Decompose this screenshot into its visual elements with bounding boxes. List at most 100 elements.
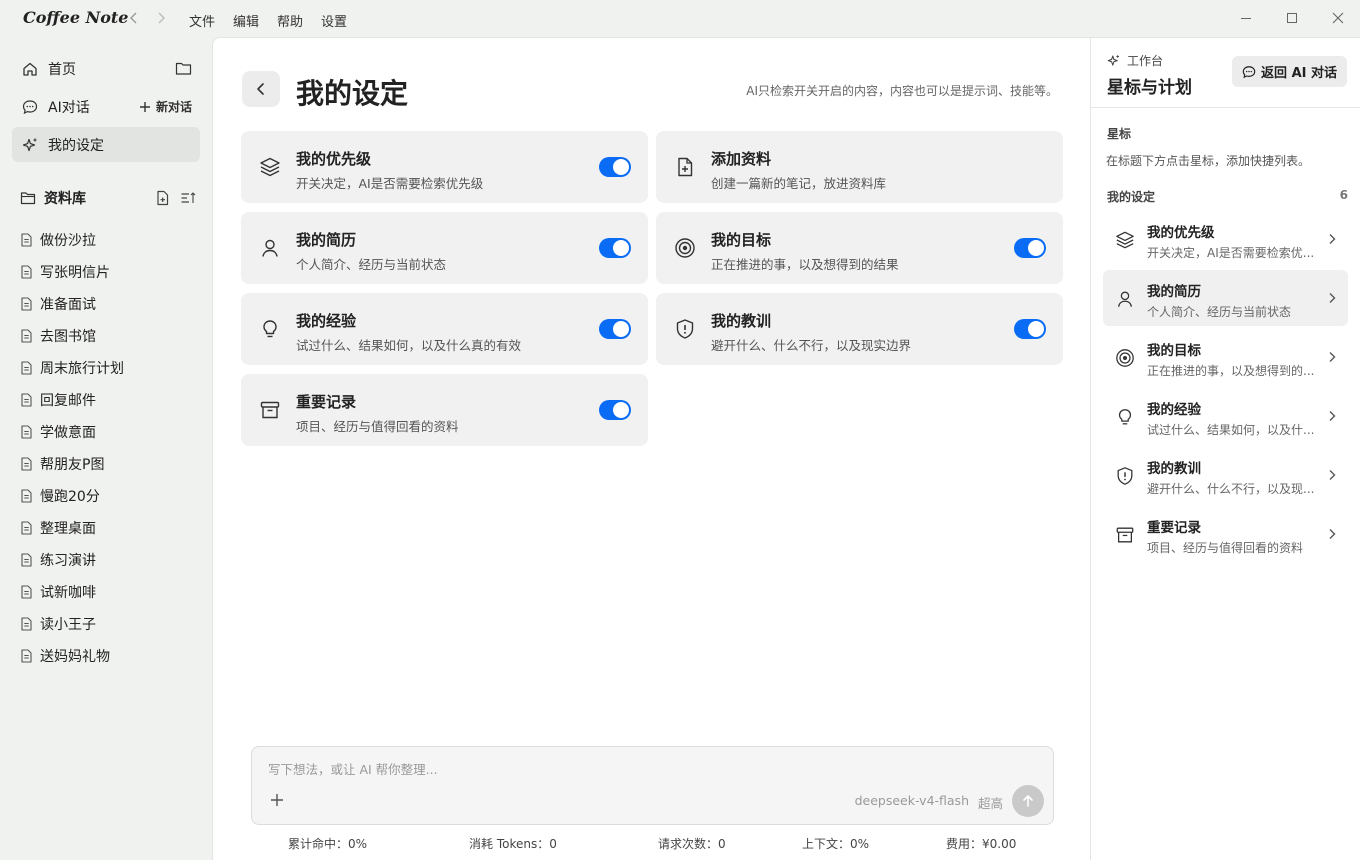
experience-toggle[interactable] [599,319,631,339]
doc-title: 周末旅行计划 [40,361,124,377]
doc-item[interactable]: 学做意面 [20,416,124,448]
lessons-toggle[interactable] [1014,319,1046,339]
sparkle-icon [1107,54,1121,68]
rp-item-subtitle: 避开什么、什么不行，以及现... [1147,482,1315,496]
doc-item[interactable]: 送妈妈礼物 [20,640,124,672]
folder-open-icon [20,191,36,205]
composer-placeholder[interactable]: 写下想法，或让 AI 帮你整理... [268,759,438,778]
user-icon [259,237,281,259]
library-header[interactable]: 资料库 [20,188,196,208]
doc-item[interactable]: 做份沙拉 [20,224,124,256]
doc-item[interactable]: 准备面试 [20,288,124,320]
plus-icon[interactable] [269,792,285,808]
title-bar: Coffee Note 文件 编辑 帮助 设置 [0,0,1360,38]
document-icon [20,425,33,439]
doc-title: 帮朋友P图 [40,457,105,473]
doc-item[interactable]: 读小王子 [20,608,124,640]
menu-edit[interactable]: 编辑 [233,11,259,30]
document-icon [20,361,33,375]
reasoning-level[interactable]: 超高 [978,793,1003,812]
sidebar-item-label: 我的设定 [48,137,104,154]
stat-requests: 请求次数：0 [658,837,726,851]
forward-arrow-icon[interactable] [153,10,169,26]
stat-cost: 费用：¥0.00 [946,837,1017,851]
card-add-material[interactable]: 添加资料 创建一篇新的笔记，放进资料库 [656,131,1063,203]
back-button[interactable] [242,71,280,107]
chevron-right-icon [1326,350,1338,364]
doc-item[interactable]: 去图书馆 [20,320,124,352]
document-icon [20,585,33,599]
card-priority[interactable]: 我的优先级 开关决定，AI是否需要检索优先级 [241,131,648,203]
doc-item[interactable]: 帮朋友P图 [20,448,124,480]
stat-hit-rate: 累计命中：0% [288,837,368,851]
main-panel: 我的设定 AI只检索开关开启的内容，内容也可以是提示词、技能等。 我的优先级 开… [212,37,1090,860]
new-chat-button[interactable]: 新对话 [139,98,192,115]
card-lessons[interactable]: 我的教训 避开什么、什么不行，以及现实边界 [656,293,1063,365]
back-to-chat-button[interactable]: 返回 AI 对话 [1232,56,1347,87]
doc-title: 准备面试 [40,297,96,313]
doc-item[interactable]: 回复邮件 [20,384,124,416]
rp-item-lessons[interactable]: 我的教训 避开什么、什么不行，以及现... [1103,447,1348,503]
sort-icon[interactable] [180,190,196,206]
chevron-right-icon [1326,291,1338,305]
doc-item[interactable]: 周末旅行计划 [20,352,124,384]
folder-icon[interactable] [175,61,192,76]
doc-title: 读小王子 [40,617,96,633]
priority-toggle[interactable] [599,157,631,177]
close-icon[interactable] [1330,10,1346,26]
new-chat-label: 新对话 [155,100,192,114]
back-to-chat-label: 返回 AI 对话 [1261,66,1337,81]
doc-title: 试新咖啡 [40,585,96,601]
document-icon [20,553,33,567]
send-button[interactable] [1012,785,1044,817]
shield-alert-icon [674,318,696,340]
back-arrow-icon[interactable] [126,10,142,26]
model-selector[interactable]: deepseek-v4-flash [855,793,969,808]
sidebar-item-my-settings[interactable]: 我的设定 [12,127,200,162]
records-toggle[interactable] [599,400,631,420]
resume-toggle[interactable] [599,238,631,258]
target-icon [674,237,696,259]
doc-item[interactable]: 试新咖啡 [20,576,124,608]
doc-item[interactable]: 整理桌面 [20,512,124,544]
rp-item-subtitle: 正在推进的事，以及想得到的... [1147,364,1315,378]
star-section-desc: 在标题下方点击星标，添加快捷列表。 [1106,154,1311,168]
document-icon [20,489,33,503]
menu-file[interactable]: 文件 [189,11,215,30]
rp-item-priority[interactable]: 我的优先级 开关决定，AI是否需要检索优... [1103,211,1348,267]
menu-settings[interactable]: 设置 [321,11,347,30]
rp-item-goals[interactable]: 我的目标 正在推进的事，以及想得到的... [1103,329,1348,385]
menu-help[interactable]: 帮助 [277,11,303,30]
card-important-records[interactable]: 重要记录 项目、经历与值得回看的资料 [241,374,648,446]
card-goals[interactable]: 我的目标 正在推进的事，以及想得到的结果 [656,212,1063,284]
minimize-icon[interactable] [1238,10,1254,26]
rp-item-records[interactable]: 重要记录 项目、经历与值得回看的资料 [1103,506,1348,562]
goals-toggle[interactable] [1014,238,1046,258]
rp-item-resume[interactable]: 我的简历 个人简介、经历与当前状态 [1103,270,1348,326]
bulb-icon [1115,407,1135,427]
doc-item[interactable]: 写张明信片 [20,256,124,288]
sidebar-item-home[interactable]: 首页 [12,51,200,86]
document-icon [20,265,33,279]
maximize-icon[interactable] [1284,10,1300,26]
chevron-left-icon [257,83,264,95]
doc-item[interactable]: 慢跑20分 [20,480,124,512]
new-file-icon[interactable] [155,190,170,206]
rp-item-title: 我的简历 [1147,284,1201,300]
composer[interactable]: 写下想法，或让 AI 帮你整理... deepseek-v4-flash 超高 [251,746,1054,825]
card-experience[interactable]: 我的经验 试过什么、结果如何，以及什么真的有效 [241,293,648,365]
card-resume[interactable]: 我的简历 个人简介、经历与当前状态 [241,212,648,284]
card-subtitle: 创建一篇新的笔记，放进资料库 [711,176,887,191]
document-list: 做份沙拉 写张明信片准备面试去图书馆周末旅行计划 回复邮件学做意面帮朋友P图慢跑20… [20,224,124,672]
doc-item[interactable]: 练习演讲 [20,544,124,576]
document-icon [20,393,33,407]
document-icon [20,233,33,247]
rp-item-experience[interactable]: 我的经验 试过什么、结果如何，以及什... [1103,388,1348,444]
archive-icon [1115,525,1135,545]
doc-title: 回复邮件 [40,393,96,409]
sidebar-item-ai-chat[interactable]: AI对话 新对话 [12,89,200,124]
card-subtitle: 项目、经历与值得回看的资料 [296,419,459,434]
document-icon [20,649,33,663]
workbench-label: 工作台 [1127,54,1164,68]
layers-icon [259,156,281,178]
